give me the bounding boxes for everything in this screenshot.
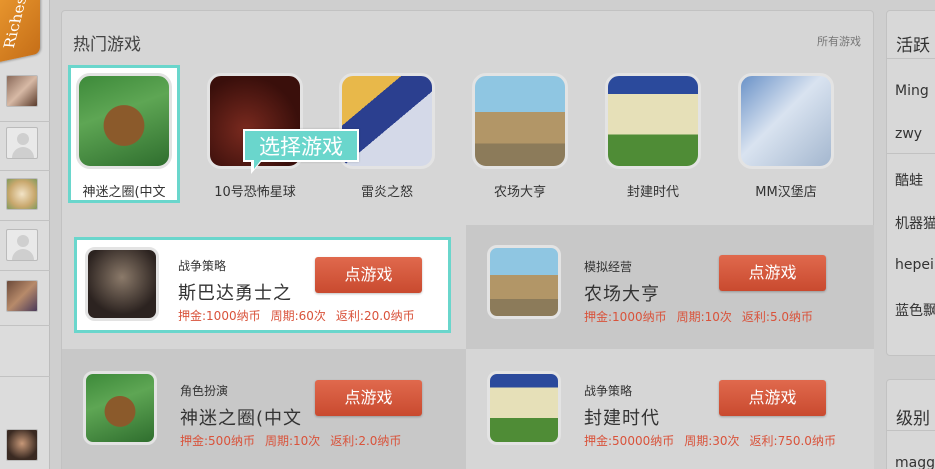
card-category: 角色扮演 (180, 384, 229, 398)
avatar[interactable] (6, 178, 38, 210)
play-game-button[interactable]: 点游戏 (719, 255, 826, 291)
user-name[interactable]: Ming (895, 83, 929, 99)
deposit-text: 押金:1000纳币 (178, 309, 261, 323)
farm-game-icon (472, 73, 568, 169)
play-game-button[interactable]: 点游戏 (719, 380, 826, 416)
card-stats: 押金:50000纳币 周期:30次 返利:750.0纳币 (584, 432, 846, 449)
avatar-placeholder[interactable] (6, 127, 38, 159)
level-panel: 级别 magg (886, 379, 935, 469)
game-tile[interactable]: MM汉堡店 (730, 65, 842, 203)
card-stats: 押金:1000纳币 周期:60次 返利:20.0纳币 (178, 307, 425, 324)
game-card[interactable]: 角色扮演 神迷之圈(中文 点游戏 押金:500纳币 周期:10次 返利:2.0纳币 (62, 349, 466, 469)
avatar[interactable] (6, 75, 38, 107)
feudal-game-icon (605, 73, 701, 169)
divider (0, 170, 50, 171)
game-name: 10号恐怖星球 (214, 185, 296, 200)
game-name: 神迷之圈(中文 (82, 185, 166, 200)
rebate-text: 返利:5.0纳币 (741, 310, 814, 324)
game-tile[interactable]: 神迷之圈(中文 (68, 65, 180, 203)
play-game-button[interactable]: 点游戏 (315, 257, 422, 293)
divider (0, 220, 50, 221)
game-tile[interactable]: 封建时代 (597, 65, 709, 203)
user-name[interactable]: zwy (895, 126, 922, 142)
avatar-placeholder[interactable] (6, 229, 38, 261)
game-name: 农场大亨 (493, 185, 546, 200)
panel-title: 活跃 (896, 36, 930, 56)
active-users-panel: 活跃 Ming zwy 酷蛙 机器猫 hepei 蓝色飘 (886, 10, 935, 356)
user-name[interactable]: hepei (895, 257, 934, 273)
card-title: 斯巴达勇士之 (178, 283, 292, 304)
divider (0, 270, 50, 271)
maze-game-icon (76, 73, 172, 169)
games-carousel: 神迷之圈(中文 10号恐怖星球 雷炎之怒 农场大亨 封建时代 MM汉堡店 (68, 65, 868, 203)
panel-title: 级别 (896, 409, 930, 429)
card-category: 战争策略 (584, 384, 633, 398)
game-name: 雷炎之怒 (360, 185, 413, 200)
card-stats: 押金:500纳币 周期:10次 返利:2.0纳币 (180, 432, 411, 449)
divider (887, 430, 935, 431)
burger-game-icon (738, 73, 834, 169)
avatar[interactable] (6, 280, 38, 312)
rebate-text: 返利:750.0纳币 (749, 434, 836, 448)
card-stats: 押金:1000纳币 周期:10次 返利:5.0纳币 (584, 308, 823, 325)
game-card[interactable]: 模拟经营 农场大亨 点游戏 押金:1000纳币 周期:10次 返利:5.0纳币 (466, 225, 874, 349)
card-title: 农场大亨 (584, 284, 660, 305)
card-title: 神迷之圈(中文 (180, 408, 303, 429)
game-name: 封建时代 (626, 185, 679, 200)
divider (0, 325, 50, 326)
select-game-tooltip: 选择游戏 (243, 129, 359, 174)
game-card[interactable]: 战争策略 封建时代 点游戏 押金:50000纳币 周期:30次 返利:750.0纳币 (466, 349, 874, 469)
user-name[interactable]: 机器猫 (895, 213, 935, 233)
deposit-text: 押金:500纳币 (180, 434, 255, 448)
all-games-link[interactable]: 所有游戏 (817, 33, 861, 49)
user-name[interactable]: 酷蛙 (895, 170, 923, 190)
user-name[interactable]: 蓝色飘 (895, 300, 935, 320)
card-category: 战争策略 (178, 259, 227, 273)
deposit-text: 押金:1000纳币 (584, 310, 667, 324)
maze-game-icon (83, 371, 157, 445)
period-text: 周期:10次 (676, 310, 732, 324)
riches-ribbon[interactable]: Riches (0, 0, 40, 63)
farm-game-icon (487, 245, 561, 319)
left-sidebar: Riches (0, 0, 50, 469)
user-name[interactable]: magg (895, 455, 935, 469)
period-text: 周期:30次 (684, 434, 740, 448)
rebate-text: 返利:20.0纳币 (335, 309, 415, 323)
game-card[interactable]: 战争策略 斯巴达勇士之 点游戏 押金:1000纳币 周期:60次 返利:20.0纳币 (74, 237, 451, 333)
hot-games-panel: 热门游戏 所有游戏 神迷之圈(中文 10号恐怖星球 雷炎之怒 农场大亨 封建时代… (61, 10, 874, 469)
period-text: 周期:10次 (264, 434, 321, 448)
divider (0, 121, 50, 122)
feudal-game-icon (487, 371, 561, 445)
rebate-text: 返利:2.0纳币 (330, 434, 402, 448)
divider (0, 376, 50, 377)
sparta-game-icon (85, 247, 159, 321)
panel-title: 热门游戏 (73, 35, 141, 55)
card-category: 模拟经营 (584, 260, 633, 274)
card-title: 封建时代 (584, 408, 660, 429)
divider (887, 58, 935, 59)
avatar[interactable] (6, 429, 38, 461)
play-game-button[interactable]: 点游戏 (315, 380, 422, 416)
deposit-text: 押金:50000纳币 (584, 434, 675, 448)
game-tile[interactable]: 农场大亨 (464, 65, 576, 203)
game-name: MM汉堡店 (755, 185, 817, 200)
ribbon-label: Riches (0, 0, 31, 49)
period-text: 周期:60次 (270, 309, 326, 323)
divider (887, 153, 935, 154)
